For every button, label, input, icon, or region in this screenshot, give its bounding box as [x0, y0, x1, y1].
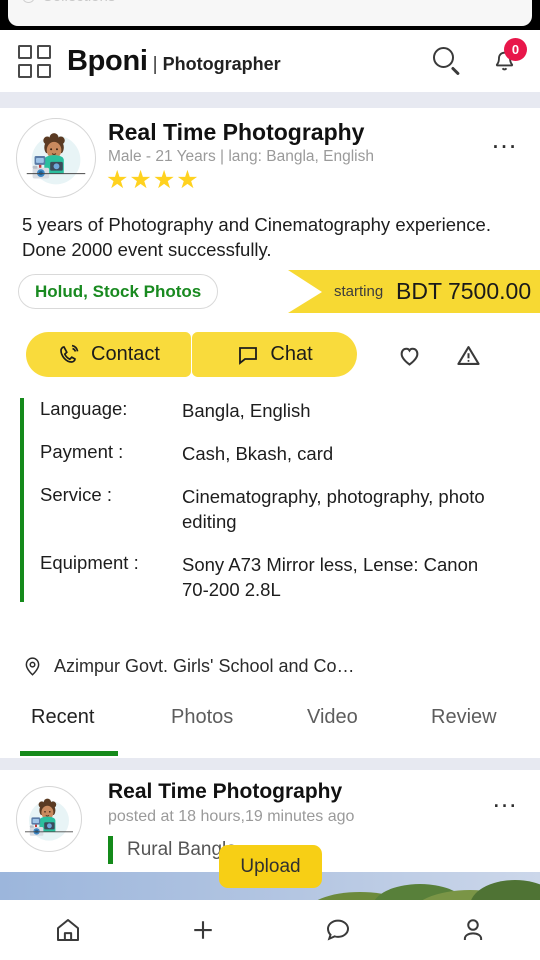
- nav-profile[interactable]: [405, 900, 540, 960]
- section-divider-tabs: [0, 758, 540, 770]
- active-tab-indicator: [20, 751, 118, 756]
- detail-label: Equipment :: [40, 552, 139, 573]
- top-overlay-sliver: Collections: [0, 0, 540, 30]
- price-ribbon: starting BDT 7500.00: [288, 270, 540, 313]
- search-icon[interactable]: [432, 46, 462, 76]
- search-overlay-placeholder: Collections: [42, 0, 115, 5]
- phone-call-icon: [60, 344, 79, 363]
- nav-add[interactable]: [135, 900, 270, 960]
- tab-review[interactable]: Review: [431, 706, 497, 729]
- post-more-button[interactable]: …: [492, 785, 521, 811]
- post-timestamp: posted at 18 hours,19 minutes ago: [108, 808, 355, 825]
- detail-label: Payment :: [40, 441, 124, 462]
- nav-home[interactable]: [0, 900, 135, 960]
- tab-video[interactable]: Video: [307, 706, 358, 729]
- message-icon: [239, 346, 258, 365]
- search-icon-ring: [433, 47, 454, 68]
- service-tag-chip[interactable]: Holud, Stock Photos: [18, 274, 219, 309]
- location-text: Azimpur Govt. Girls' School and Co…: [54, 655, 355, 676]
- bottom-navigation: [0, 900, 540, 960]
- detail-value: Cinematography, photography, photo editi…: [182, 486, 485, 532]
- app-bar: Bponi | Photographer 0: [0, 30, 540, 92]
- tab-photos[interactable]: Photos: [171, 706, 233, 729]
- map-pin-icon: [25, 657, 40, 676]
- detail-value: Cash, Bkash, card: [182, 443, 334, 464]
- detail-row: Payment : Cash, Bkash, card: [40, 441, 525, 466]
- notification-badge: 0: [504, 38, 527, 61]
- person-icon: [463, 919, 482, 940]
- price-amount: BDT 7500.00: [396, 278, 532, 304]
- detail-value: Bangla, English: [182, 400, 311, 421]
- upload-button[interactable]: Upload: [219, 845, 322, 888]
- upload-button-label: Upload: [240, 855, 301, 877]
- warning-icon[interactable]: [455, 342, 482, 369]
- brand: Bponi | Photographer: [67, 45, 281, 78]
- grid-menu-icon[interactable]: [18, 44, 51, 78]
- post-avatar[interactable]: [16, 786, 82, 852]
- detail-row: Equipment : Sony A73 Mirror less, Lense:…: [40, 552, 525, 602]
- profile-more-button[interactable]: …: [491, 126, 521, 153]
- profile-name: Real Time Photography: [108, 119, 365, 145]
- app-title: Bponi: [67, 44, 148, 77]
- brand-separator: |: [152, 53, 158, 75]
- tab-recent[interactable]: Recent: [31, 706, 94, 729]
- photographer-avatar: [26, 133, 86, 185]
- home-icon: [56, 919, 79, 941]
- service-tag-label: Holud, Stock Photos: [35, 281, 202, 301]
- detail-value: Sony A73 Mirror less, Lense: Canon 70-20…: [182, 554, 479, 600]
- chat-bubble-icon: [326, 919, 349, 941]
- search-icon: [22, 0, 35, 3]
- price-prefix: starting: [334, 283, 384, 300]
- heart-icon[interactable]: [396, 342, 423, 369]
- avatar[interactable]: [16, 118, 96, 198]
- section-divider-top: [0, 92, 540, 108]
- details-block: Language: Bangla, English Payment : Cash…: [20, 398, 525, 602]
- photographer-avatar: [25, 798, 73, 841]
- location-row[interactable]: Azimpur Govt. Girls' School and Co…: [22, 654, 355, 678]
- plus-icon: [193, 921, 212, 939]
- brand-role: Photographer: [162, 53, 281, 74]
- profile-meta: Male - 21 Years | lang: Bangla, English: [108, 148, 374, 165]
- chat-button[interactable]: Chat: [192, 332, 357, 377]
- contact-button[interactable]: Contact: [26, 332, 191, 377]
- post-author-name: Real Time Photography: [108, 780, 343, 803]
- tab-bar: Recent Photos Video Review: [0, 706, 540, 758]
- search-overlay-card[interactable]: Collections: [8, 0, 532, 26]
- detail-label: Language:: [40, 398, 128, 419]
- nav-messages[interactable]: [270, 900, 405, 960]
- profile-bio: 5 years of Photography and Cinematograph…: [22, 214, 491, 260]
- rating-stars: ★★★★: [106, 166, 200, 194]
- search-icon-handle: [451, 66, 460, 76]
- detail-row: Service : Cinematography, photography, p…: [40, 484, 525, 534]
- detail-label: Service :: [40, 484, 112, 505]
- contact-button-label: Contact: [91, 343, 160, 365]
- chat-button-label: Chat: [270, 343, 313, 365]
- notifications-button[interactable]: 0: [488, 38, 527, 78]
- detail-row: Language: Bangla, English: [40, 398, 525, 423]
